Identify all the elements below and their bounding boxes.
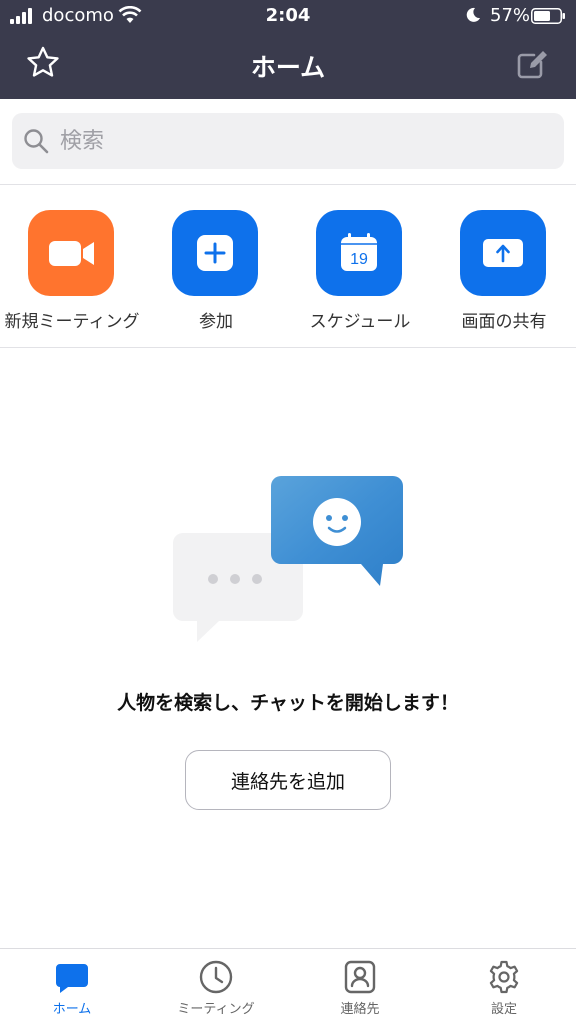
share-screen-label: 画面の共有	[461, 312, 547, 332]
chat-bubble-icon	[56, 964, 88, 993]
plus-icon	[197, 235, 233, 271]
divider	[0, 347, 576, 348]
new-meeting-button[interactable]: 新規ミーティング	[0, 210, 144, 335]
calendar-day-text: 19	[350, 251, 368, 268]
schedule-label: スケジュール	[309, 312, 411, 332]
schedule-button[interactable]: 19 スケジュール	[288, 210, 432, 335]
video-camera-icon	[49, 241, 94, 266]
clock-icon	[199, 960, 233, 994]
header: docomo 2:04 57% ホーム	[0, 0, 576, 99]
share-screen-icon	[483, 239, 523, 267]
tab-settings[interactable]: 設定	[432, 949, 576, 1024]
search-input[interactable]	[60, 123, 540, 159]
divider	[0, 184, 576, 185]
battery-icon	[531, 8, 565, 24]
search-icon	[24, 129, 49, 154]
join-icon-tile	[172, 210, 258, 296]
tab-home-label: ホーム	[52, 1002, 92, 1017]
tab-meetings-label: ミーティング	[177, 1002, 255, 1017]
share-screen-button[interactable]: 画面の共有	[432, 210, 576, 335]
battery-percent: 57%	[490, 5, 531, 26]
add-contact-button[interactable]: 連絡先を追加	[185, 750, 391, 810]
share-screen-icon-tile	[460, 210, 546, 296]
new-meeting-label: 新規ミーティング	[4, 312, 140, 332]
tab-contacts[interactable]: 連絡先	[288, 949, 432, 1024]
calendar-icon: 19	[341, 233, 377, 271]
tab-contacts-label: 連絡先	[340, 1002, 380, 1017]
tab-home[interactable]: ホーム	[0, 949, 144, 1024]
contact-icon	[344, 960, 376, 994]
moon-icon	[466, 7, 480, 22]
tab-settings-label: 設定	[490, 1002, 517, 1017]
join-button[interactable]: 参加	[144, 210, 288, 335]
gear-icon	[489, 960, 519, 994]
chat-illustration	[173, 476, 403, 642]
search-bar[interactable]	[12, 113, 564, 169]
compose-icon[interactable]	[514, 44, 552, 82]
new-meeting-icon-tile	[28, 210, 114, 296]
page-title: ホーム	[250, 53, 326, 82]
join-label: 参加	[199, 312, 233, 332]
empty-state-message: 人物を検索し、チャットを開始します！	[117, 692, 459, 714]
tab-meetings[interactable]: ミーティング	[144, 949, 288, 1024]
tab-bar: ホーム ミーティング 連絡先 設定	[0, 948, 576, 1024]
schedule-icon-tile: 19	[316, 210, 402, 296]
nav-bar: ホーム	[0, 32, 576, 99]
status-bar: docomo 2:04 57%	[0, 0, 576, 32]
